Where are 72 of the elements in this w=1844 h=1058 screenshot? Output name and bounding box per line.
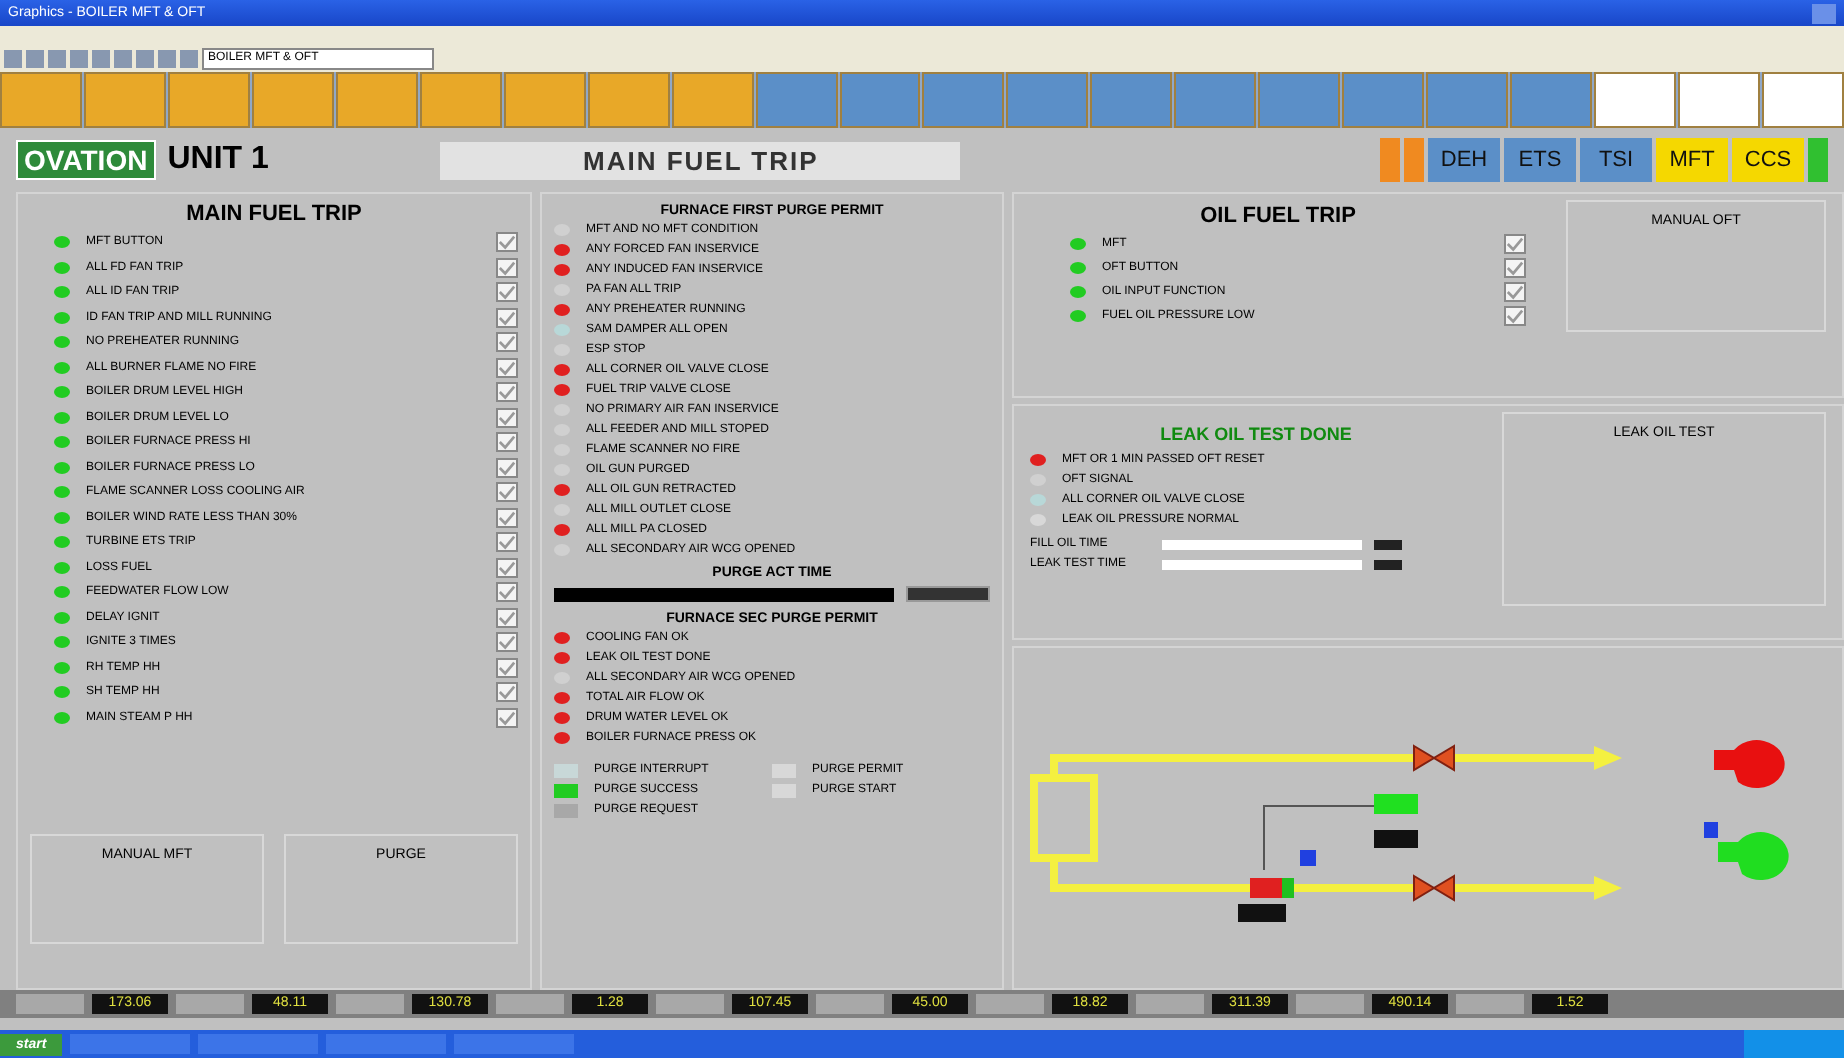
status-label-block xyxy=(1296,994,1364,1014)
nav-button[interactable]: TSI xyxy=(1580,138,1652,182)
nav-button[interactable]: MFT xyxy=(1656,138,1728,182)
bypass-checkbox[interactable] xyxy=(496,482,518,503)
unit-label: UNIT 1 xyxy=(167,142,269,178)
readout-display xyxy=(906,586,990,602)
system-tray xyxy=(1744,1030,1844,1058)
nav-tab[interactable] xyxy=(0,72,82,128)
bypass-checkbox[interactable] xyxy=(496,707,518,728)
nav-tab[interactable] xyxy=(251,72,334,128)
bypass-checkbox[interactable] xyxy=(496,357,518,378)
nav-tab[interactable] xyxy=(83,72,166,128)
nav-tab[interactable] xyxy=(167,72,250,128)
status-label-block xyxy=(1136,994,1204,1014)
bypass-checkbox[interactable] xyxy=(496,632,518,653)
section-title: MAIN FUEL TRIP xyxy=(184,202,364,226)
nav-tab[interactable] xyxy=(671,72,754,128)
section-title: OIL FUEL TRIP xyxy=(1198,204,1358,228)
status-label-block xyxy=(656,994,724,1014)
readout-display xyxy=(1374,539,1402,549)
bypass-checkbox[interactable] xyxy=(1504,258,1526,278)
nav-tab[interactable] xyxy=(587,72,670,128)
bypass-checkbox[interactable] xyxy=(496,382,518,403)
fan-icon[interactable] xyxy=(1714,740,1785,789)
close-button[interactable] xyxy=(1812,3,1836,23)
bypass-checkbox[interactable] xyxy=(1504,234,1526,254)
bypass-checkbox[interactable] xyxy=(1504,306,1526,326)
bypass-checkbox[interactable] xyxy=(496,232,518,253)
bypass-checkbox[interactable] xyxy=(496,332,518,353)
valve-icon[interactable] xyxy=(1413,874,1455,902)
bypass-checkbox[interactable] xyxy=(496,457,518,478)
nav-button[interactable]: ETS xyxy=(1504,138,1576,182)
readout-display xyxy=(1238,904,1286,922)
page-title: MAIN FUEL TRIP xyxy=(440,141,961,179)
bypass-checkbox[interactable] xyxy=(496,432,518,453)
nav-button[interactable]: DEH xyxy=(1428,138,1500,182)
nav-tab[interactable] xyxy=(335,72,418,128)
status-label-block xyxy=(496,994,564,1014)
bypass-checkbox[interactable] xyxy=(496,532,518,553)
bypass-checkbox[interactable] xyxy=(496,307,518,328)
nav-tab[interactable] xyxy=(1762,72,1844,128)
bypass-checkbox[interactable] xyxy=(496,582,518,603)
bypass-checkbox[interactable] xyxy=(496,657,518,678)
nav-tab[interactable] xyxy=(1678,72,1761,128)
signal-line xyxy=(1263,805,1375,871)
indicator-icon xyxy=(1704,822,1718,838)
bypass-checkbox[interactable] xyxy=(496,257,518,278)
status-label-block xyxy=(176,994,244,1014)
bypass-checkbox[interactable] xyxy=(496,682,518,703)
nav-button[interactable]: CCS xyxy=(1732,138,1804,182)
nav-tab[interactable] xyxy=(503,72,586,128)
nav-tab[interactable] xyxy=(1594,72,1677,128)
status-label-block xyxy=(816,994,884,1014)
bypass-checkbox[interactable] xyxy=(496,557,518,578)
indicator-icon xyxy=(1300,850,1316,866)
status-label-block xyxy=(1456,994,1524,1014)
status-label-block xyxy=(16,994,84,1014)
section-title: LEAK OIL TEST DONE xyxy=(1158,424,1354,444)
control-valve-icon[interactable] xyxy=(1250,878,1294,898)
status-label-block xyxy=(976,994,1044,1014)
bypass-checkbox[interactable] xyxy=(496,282,518,303)
nav-tab[interactable] xyxy=(839,72,921,128)
bypass-checkbox[interactable] xyxy=(496,607,518,628)
status-label-block xyxy=(336,994,404,1014)
nav-tab[interactable] xyxy=(419,72,502,128)
logo: OVATION xyxy=(16,140,156,180)
bypass-checkbox[interactable] xyxy=(496,407,518,428)
readout-display xyxy=(1374,559,1402,569)
readout-display xyxy=(1374,830,1418,848)
bypass-checkbox[interactable] xyxy=(1504,282,1526,302)
bypass-checkbox[interactable] xyxy=(496,507,518,528)
valve-icon[interactable] xyxy=(1413,744,1455,772)
